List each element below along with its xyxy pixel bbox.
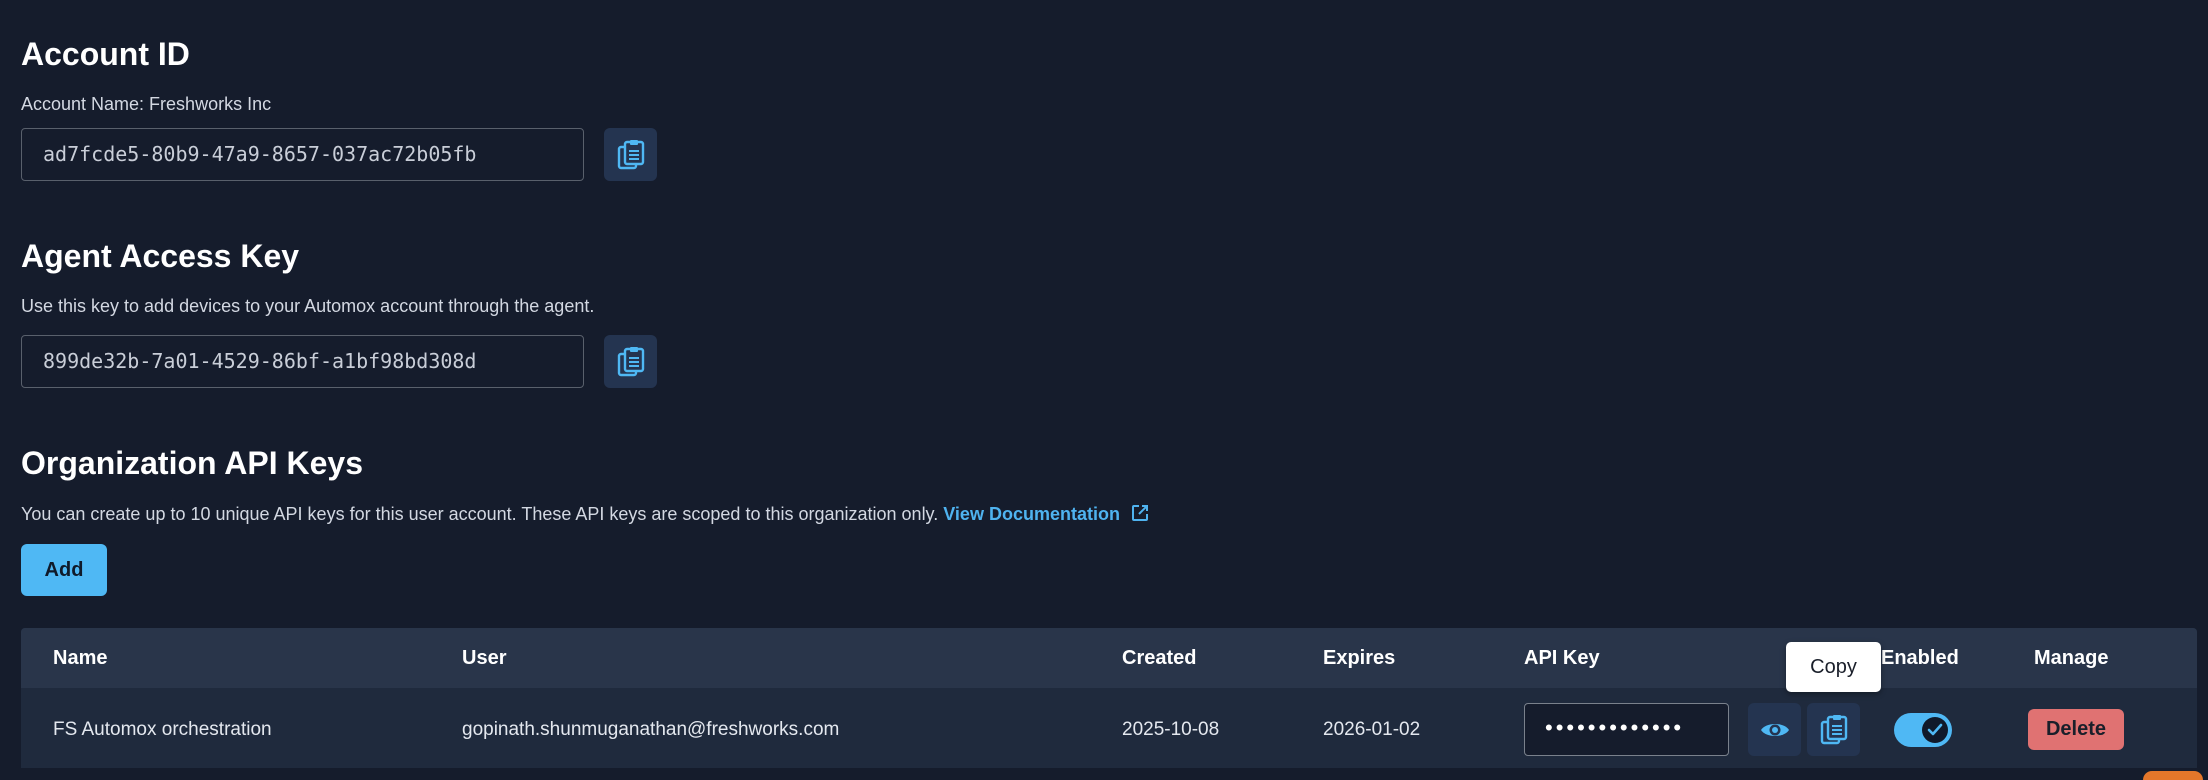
row-user: gopinath.shunmuganathan@freshworks.com xyxy=(462,719,840,740)
corner-badge-icon xyxy=(2143,771,2203,780)
delete-api-key-button[interactable]: Delete xyxy=(2028,709,2124,750)
toggle-knob xyxy=(1922,717,1948,743)
clipboard-copy-icon xyxy=(617,346,644,376)
column-header-user[interactable]: User xyxy=(462,628,506,688)
row-expires: 2026-01-02 xyxy=(1323,719,1421,740)
column-header-name[interactable]: Name xyxy=(53,628,107,688)
org-api-keys-description-text: You can create up to 10 unique API keys … xyxy=(21,504,939,524)
clipboard-copy-icon xyxy=(617,139,644,169)
account-name-label: Account Name: Freshworks Inc xyxy=(21,94,272,114)
api-key-masked-field[interactable]: ••••••••••••• xyxy=(1524,703,1729,756)
agent-access-key-field[interactable]: 899de32b-7a01-4529-86bf-a1bf98bd308d xyxy=(21,335,584,388)
checkmark-icon xyxy=(1927,723,1943,736)
enabled-toggle[interactable] xyxy=(1894,713,1952,747)
column-header-api-key: API Key xyxy=(1524,647,1600,669)
org-api-keys-title: Organization API Keys xyxy=(21,445,363,481)
row-name: FS Automox orchestration xyxy=(53,719,272,740)
eye-icon xyxy=(1760,723,1789,736)
account-id-title: Account ID xyxy=(21,36,190,72)
agent-access-key-description: Use this key to add devices to your Auto… xyxy=(21,296,595,316)
account-id-field[interactable]: ad7fcde5-80b9-47a9-8657-037ac72b05fb xyxy=(21,128,584,181)
view-documentation-label: View Documentation xyxy=(943,504,1120,524)
row-created: 2025-10-08 xyxy=(1122,719,1220,740)
view-documentation-link[interactable]: View Documentation xyxy=(943,504,1150,524)
org-api-keys-description: You can create up to 10 unique API keys … xyxy=(21,502,1150,529)
column-header-enabled: Enabled xyxy=(1881,647,1959,669)
show-api-key-button[interactable] xyxy=(1748,703,1801,756)
column-header-expires[interactable]: Expires xyxy=(1323,628,1395,688)
copy-api-key-button[interactable] xyxy=(1807,703,1860,756)
table-row: FS Automox orchestration gopinath.shunmu… xyxy=(21,691,2197,768)
copy-agent-key-button[interactable] xyxy=(604,335,657,388)
clipboard-copy-icon xyxy=(1820,714,1847,744)
column-header-created[interactable]: Created xyxy=(1122,628,1196,688)
agent-access-key-title: Agent Access Key xyxy=(21,238,300,274)
add-api-key-button[interactable]: Add xyxy=(21,544,107,596)
copy-account-id-button[interactable] xyxy=(604,128,657,181)
copy-tooltip: Copy xyxy=(1786,642,1881,692)
external-link-icon xyxy=(1130,503,1150,529)
column-header-manage: Manage xyxy=(2034,647,2109,669)
